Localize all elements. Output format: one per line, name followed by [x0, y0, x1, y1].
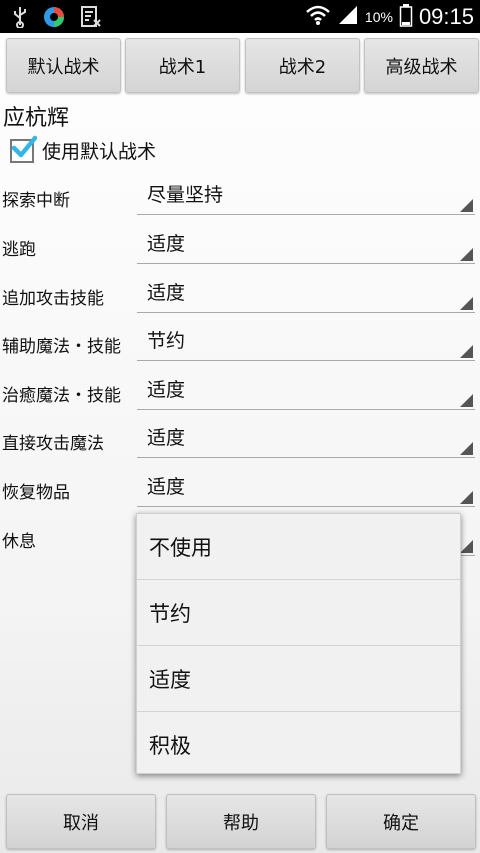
spinner-arrow-icon: [460, 297, 473, 310]
clock: 09:15: [418, 4, 474, 29]
setting-row-extra-attack-skill: 追加攻击技能 适度: [0, 276, 480, 324]
battery-percent: 10%: [364, 9, 393, 25]
checkmark-icon: [11, 135, 37, 157]
dropdown-option-save[interactable]: 节约: [137, 580, 460, 646]
tab-default-tactic[interactable]: 默认战术: [6, 38, 121, 93]
character-name: 应杭辉: [3, 106, 70, 131]
sim-icon: [80, 5, 102, 33]
setting-row-support-magic: 辅助魔法・技能 节约: [0, 324, 480, 372]
setting-value: 尽量坚持: [147, 184, 224, 206]
battery-icon: [399, 3, 413, 31]
setting-spinner[interactable]: 适度: [137, 373, 475, 410]
setting-value: 适度: [147, 233, 186, 255]
setting-label: 恢复物品: [2, 483, 70, 503]
spinner-arrow-icon: [460, 199, 473, 212]
spinner-arrow-icon: [460, 248, 473, 261]
setting-label: 治癒魔法・技能: [2, 386, 121, 406]
ok-button[interactable]: 确定: [326, 794, 476, 849]
setting-label: 逃跑: [2, 240, 36, 260]
tactics-tab-bar: 默认战术 战术1 战术2 高级战术: [0, 38, 480, 93]
help-button[interactable]: 帮助: [166, 794, 316, 849]
tab-tactic-2[interactable]: 战术2: [245, 38, 360, 93]
setting-spinner[interactable]: 节约: [137, 324, 475, 361]
spinner-arrow-icon: [460, 442, 473, 455]
setting-value: 节约: [147, 330, 186, 352]
setting-spinner[interactable]: 适度: [137, 470, 475, 507]
setting-row-direct-attack-magic: 直接攻击魔法 适度: [0, 421, 480, 469]
setting-value: 适度: [147, 282, 186, 304]
setting-row-recovery-items: 恢复物品 适度: [0, 470, 480, 518]
use-default-row[interactable]: 使用默认战术: [10, 135, 157, 164]
setting-spinner[interactable]: 适度: [137, 421, 475, 458]
wifi-icon: [305, 4, 331, 30]
dropdown-option-moderate[interactable]: 适度: [137, 646, 460, 712]
spinner-dropdown: 不使用 节约 适度 积极: [136, 513, 461, 774]
usb-icon: [12, 6, 28, 32]
setting-row-explore-interrupt: 探索中断 尽量坚持: [0, 178, 480, 226]
setting-spinner[interactable]: 适度: [137, 276, 475, 313]
spinner-arrow-icon: [460, 394, 473, 407]
setting-row-healing-magic: 治癒魔法・技能 适度: [0, 373, 480, 421]
spinner-arrow-icon: [460, 540, 473, 553]
app-icon: [42, 5, 66, 33]
dropdown-option-active[interactable]: 积极: [137, 712, 460, 777]
tab-tactic-1[interactable]: 战术1: [125, 38, 240, 93]
spinner-arrow-icon: [460, 491, 473, 504]
setting-spinner[interactable]: 尽量坚持: [137, 178, 475, 215]
status-bar: 10% 09:15: [0, 0, 480, 33]
use-default-label: 使用默认战术: [42, 141, 157, 163]
setting-row-flee: 逃跑 适度: [0, 227, 480, 275]
setting-value: 适度: [147, 476, 186, 498]
cancel-button[interactable]: 取消: [6, 794, 156, 849]
tab-advanced-tactic[interactable]: 高级战术: [364, 38, 479, 93]
setting-value: 适度: [147, 427, 186, 449]
spinner-arrow-icon: [460, 345, 473, 358]
setting-label: 休息: [2, 532, 36, 552]
setting-value: 适度: [147, 379, 186, 401]
setting-spinner[interactable]: 适度: [137, 227, 475, 264]
use-default-checkbox[interactable]: [10, 135, 37, 163]
setting-label: 直接攻击魔法: [2, 434, 104, 454]
setting-label: 探索中断: [2, 191, 70, 211]
signal-icon: [337, 4, 359, 30]
setting-label: 辅助魔法・技能: [2, 337, 121, 357]
dropdown-option-none[interactable]: 不使用: [137, 514, 460, 580]
setting-label: 追加攻击技能: [2, 289, 104, 309]
